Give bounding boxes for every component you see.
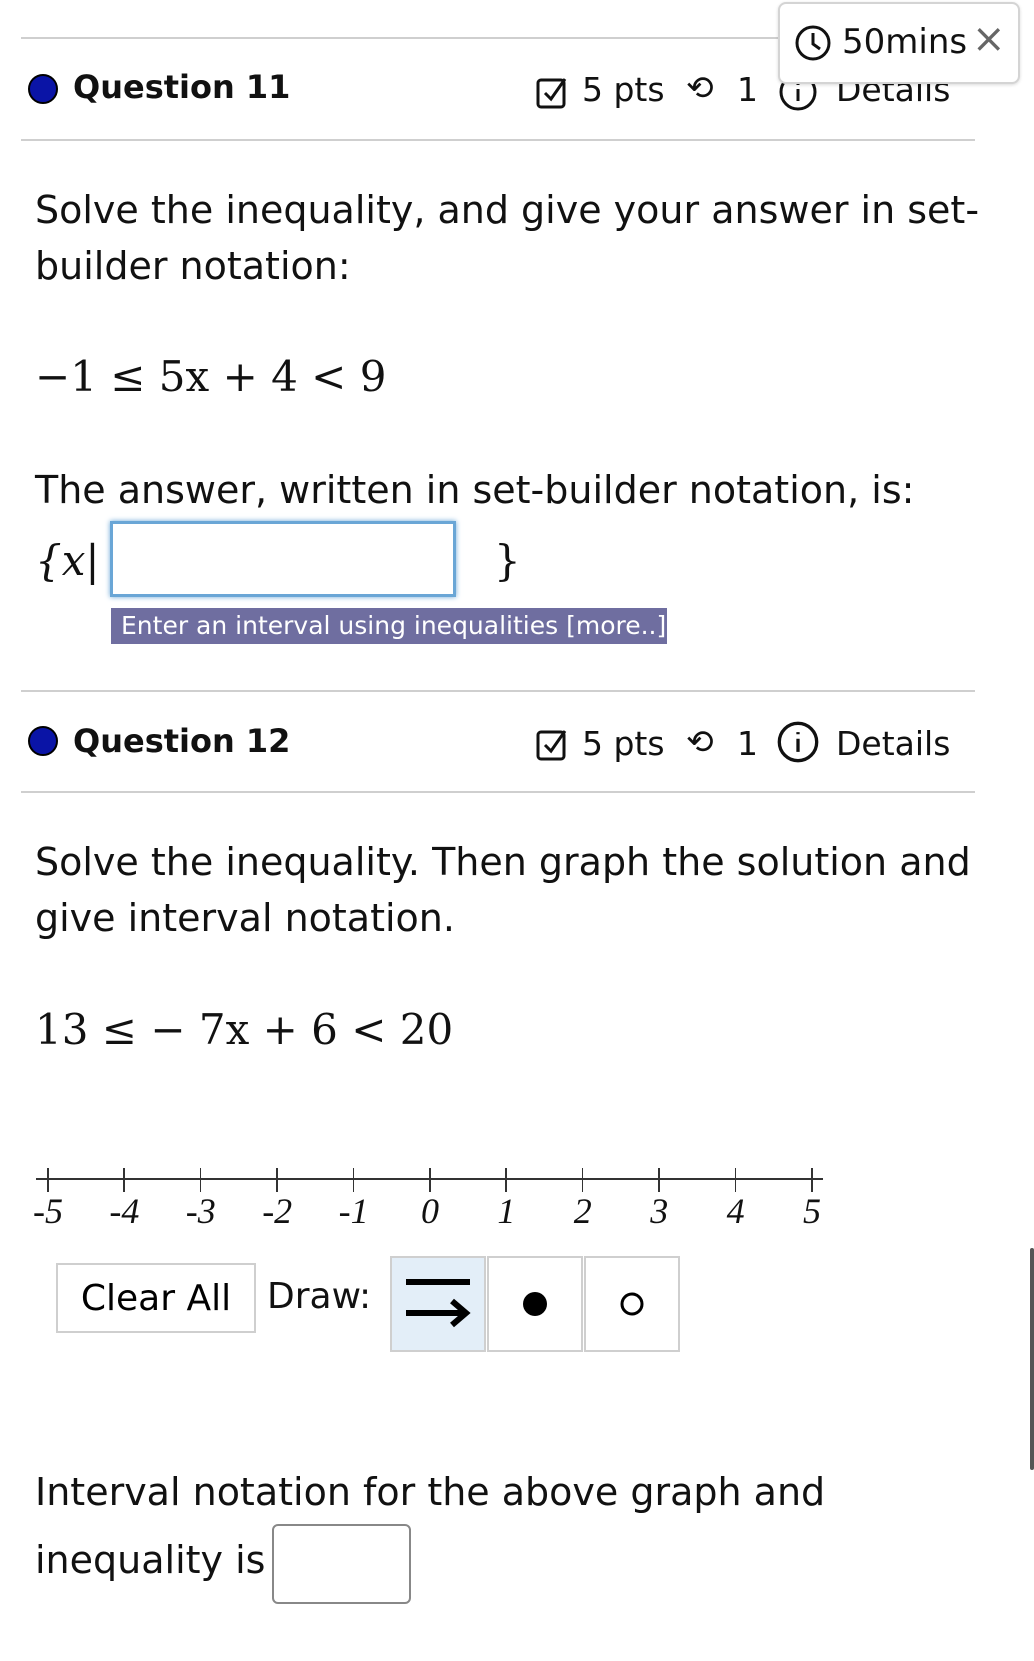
number-line-tick-label: 1 — [497, 1191, 516, 1231]
timer-text: 50mins — [842, 22, 968, 62]
number-line-tick-label: -3 — [185, 1191, 216, 1231]
number-line-tick-label: 2 — [573, 1191, 592, 1231]
number-line-tick — [429, 1168, 431, 1192]
number-line-tick-label: -5 — [33, 1191, 63, 1231]
close-icon[interactable]: × — [972, 16, 1006, 62]
number-line-tick-label: 4 — [726, 1191, 745, 1231]
set-close: } — [494, 536, 521, 585]
question-title: Question 12 — [73, 722, 291, 760]
retry-icon: ⟲ — [686, 68, 714, 107]
number-line-tick — [658, 1168, 660, 1192]
question-prompt-line: Solve the inequality. Then graph the sol… — [35, 840, 971, 884]
question-status-dot — [28, 726, 58, 756]
number-line-tick — [276, 1168, 278, 1192]
draw-label: Draw: — [267, 1276, 372, 1317]
number-line-tick — [352, 1168, 355, 1192]
tooltip-text: Enter an interval using inequalities [mo… — [121, 611, 667, 640]
details-link[interactable]: Details — [836, 724, 950, 763]
interval-notation-input[interactable] — [272, 1524, 411, 1604]
scrollbar[interactable] — [1030, 1248, 1034, 1470]
answer-label: The answer, written in set-builder notat… — [35, 468, 915, 512]
number-line-tick-label: 5 — [803, 1191, 821, 1231]
inequality: 13 ≤ − 7x + 6 < 20 — [35, 1005, 454, 1054]
number-line-tick — [734, 1168, 737, 1192]
clock-icon — [795, 25, 831, 61]
number-line-tick — [199, 1168, 202, 1192]
attempts: 1 — [737, 70, 758, 109]
open-dot-icon — [620, 1292, 644, 1316]
retry-icon: ⟲ — [686, 722, 714, 761]
checkbox-icon — [536, 78, 567, 109]
inequality: −1 ≤ 5x + 4 < 9 — [35, 352, 387, 401]
points: 5 pts — [582, 724, 665, 763]
divider — [21, 791, 975, 793]
interval-label-line: Interval notation for the above graph an… — [35, 1470, 826, 1514]
checkbox-icon — [536, 730, 567, 761]
divider — [21, 37, 781, 39]
set-open: {x| — [35, 536, 100, 585]
number-line-tick-label: -1 — [338, 1191, 369, 1231]
timer-box[interactable]: 50mins × — [778, 2, 1020, 84]
number-line-tick — [581, 1168, 584, 1192]
number-line-tick-label: 3 — [650, 1191, 669, 1231]
interval-label-line: inequality is — [35, 1538, 266, 1582]
question-prompt-line: builder notation: — [35, 244, 351, 288]
tool-open-dot[interactable] — [584, 1256, 680, 1352]
number-line-tick — [811, 1168, 813, 1192]
clear-all-button[interactable]: Clear All — [56, 1263, 256, 1333]
ray-icon — [406, 1279, 471, 1328]
number-line-tick-label: 0 — [421, 1191, 439, 1231]
points: 5 pts — [582, 70, 665, 109]
question-title: Question 11 — [73, 68, 291, 106]
set-builder-input[interactable] — [110, 521, 456, 597]
input-hint-tooltip[interactable]: Enter an interval using inequalities [mo… — [111, 608, 667, 644]
tool-closed-dot[interactable] — [487, 1256, 583, 1352]
info-icon — [777, 721, 819, 763]
tool-ray[interactable] — [390, 1256, 486, 1352]
divider — [21, 139, 975, 141]
question-prompt-line: Solve the inequality, and give your answ… — [35, 188, 980, 232]
question-status-dot — [28, 74, 58, 104]
number-line-tick-label: -2 — [262, 1191, 293, 1231]
number-line-tick-label: -4 — [109, 1191, 140, 1231]
number-line-tick — [123, 1168, 125, 1192]
closed-dot-icon — [523, 1292, 547, 1316]
attempts: 1 — [737, 724, 758, 763]
number-line-tick — [505, 1168, 507, 1192]
number-line-tick — [47, 1168, 49, 1192]
divider — [21, 690, 975, 692]
question-prompt-line: give interval notation. — [35, 896, 455, 940]
